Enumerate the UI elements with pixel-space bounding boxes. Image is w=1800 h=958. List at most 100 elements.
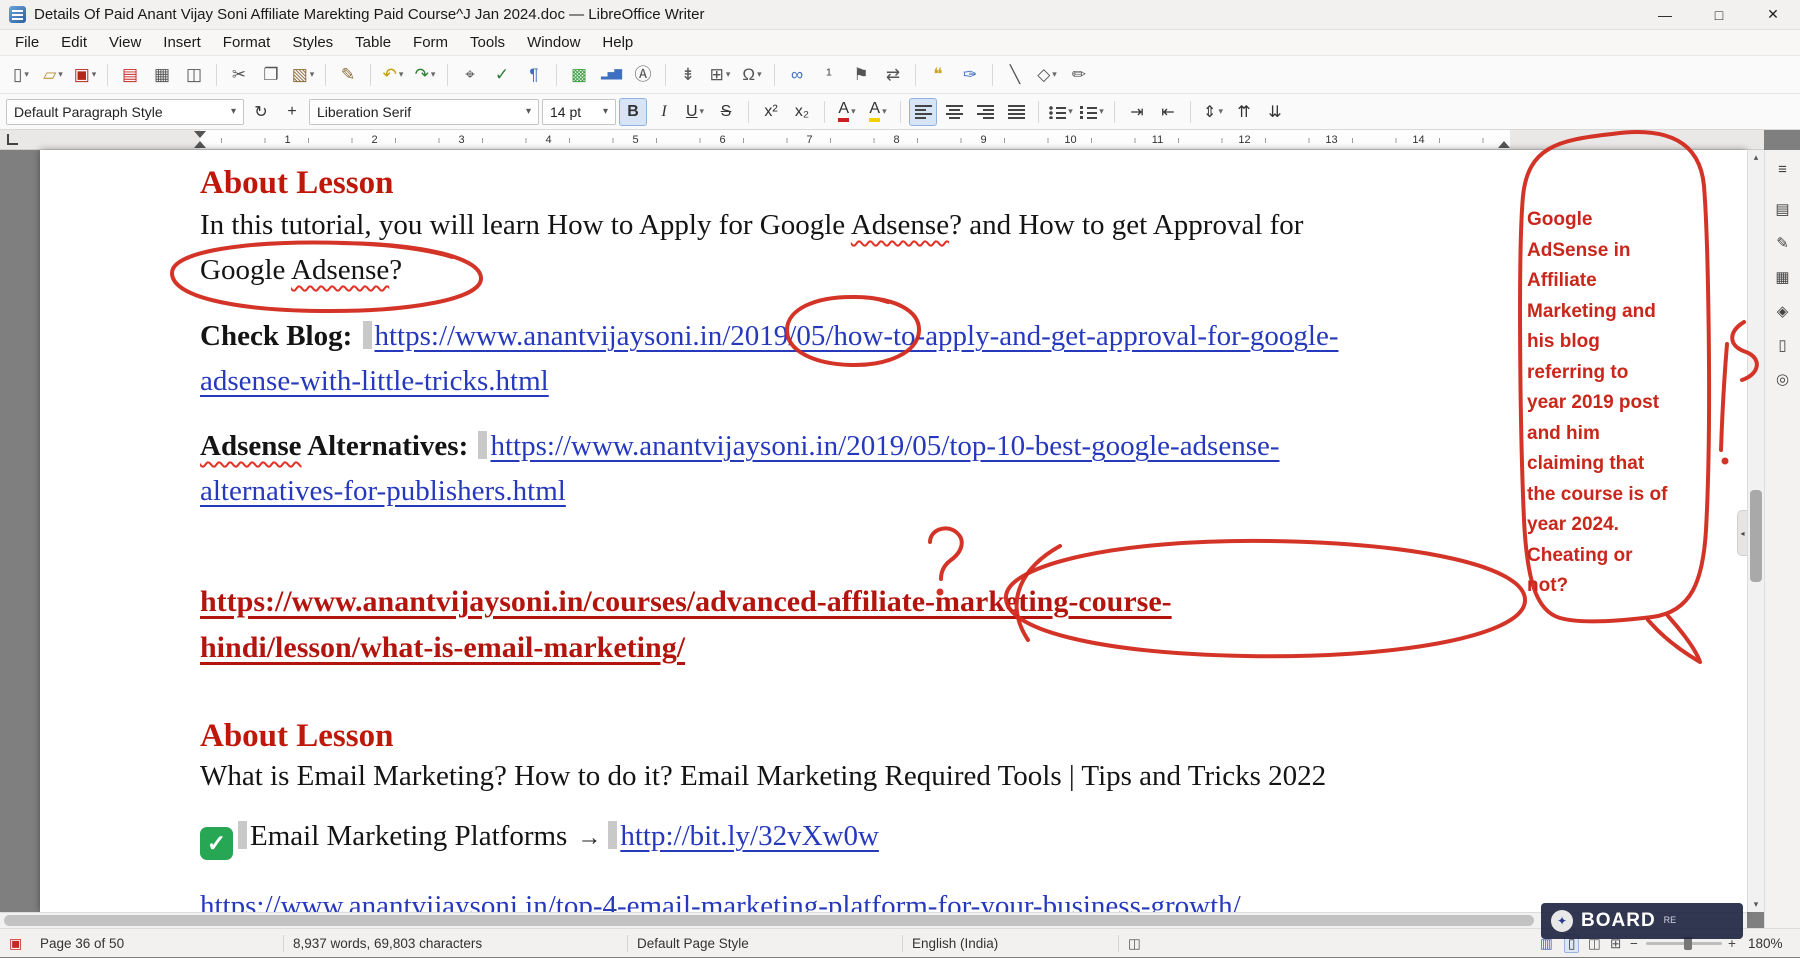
insert-field-icon[interactable]: ⊞▾	[705, 60, 735, 90]
course-link[interactable]: https://www.anantvijaysoni.in/courses/ad…	[200, 585, 1172, 618]
decrease-indent-button[interactable]: ⇤	[1154, 98, 1182, 126]
page-style-status[interactable]: Default Page Style	[637, 929, 749, 958]
page-count-status[interactable]: Page 36 of 50	[40, 929, 124, 958]
open-file-icon[interactable]: ▱▾	[38, 60, 68, 90]
subscript-button[interactable]: x₂	[788, 98, 816, 126]
menu-item[interactable]: Help	[591, 30, 644, 55]
language-status[interactable]: English (India)	[912, 929, 998, 958]
paragraph-style-combobox[interactable]: Default Paragraph Style	[6, 99, 244, 125]
menu-item[interactable]: Window	[516, 30, 591, 55]
paste-icon[interactable]: ▧▾	[288, 60, 318, 90]
course-link[interactable]: hindi/lesson/what-is-email-marketing/	[200, 631, 685, 664]
scroll-down-icon[interactable]: ▾	[1748, 899, 1764, 910]
close-button[interactable]: ✕	[1746, 0, 1800, 29]
hanging-indent-marker[interactable]	[194, 141, 206, 148]
scroll-up-icon[interactable]: ▴	[1748, 152, 1764, 163]
basic-shapes-icon[interactable]: ◇▾	[1032, 60, 1062, 90]
email-platform-link[interactable]: https://www.anantvijaysoni.in/top-4-emai…	[200, 890, 1241, 912]
special-character-icon[interactable]: Ω▾	[737, 60, 767, 90]
insert-comment-icon[interactable]: ❝	[923, 60, 953, 90]
check-blog-link[interactable]: adsense-with-little-tricks.html	[200, 365, 549, 397]
track-changes-icon[interactable]: ✑	[955, 60, 985, 90]
clone-formatting-icon[interactable]: ✎	[333, 60, 363, 90]
document-modified-icon[interactable]: ▣	[9, 929, 22, 958]
tab-stop-selector-icon[interactable]	[7, 134, 18, 145]
word-count-status[interactable]: 8,937 words, 69,803 characters	[293, 929, 482, 958]
menu-item[interactable]: Styles	[281, 30, 344, 55]
style-inspector-icon[interactable]: ◎	[1770, 366, 1796, 392]
new-style-icon[interactable]: +	[278, 98, 306, 126]
adsense-alternatives-link[interactable]: alternatives-for-publishers.html	[200, 475, 566, 507]
increase-indent-button[interactable]: ⇥	[1123, 98, 1151, 126]
page-deck-icon[interactable]: ▯	[1770, 332, 1796, 358]
right-indent-marker[interactable]	[1498, 141, 1510, 148]
insert-line-icon[interactable]: ╲	[1000, 60, 1030, 90]
align-left-button[interactable]	[909, 98, 937, 126]
new-document-icon[interactable]: ▯▾	[6, 60, 36, 90]
align-justify-button[interactable]	[1002, 98, 1030, 126]
menu-item[interactable]: Format	[212, 30, 282, 55]
vertical-scrollbar-thumb[interactable]	[1750, 490, 1762, 582]
insert-chart-icon[interactable]: ▂▅▇	[596, 60, 626, 90]
copy-icon[interactable]: ❐	[256, 60, 286, 90]
menu-item[interactable]: File	[4, 30, 50, 55]
properties-icon[interactable]: ▤	[1770, 196, 1796, 222]
redo-icon[interactable]: ↷▾	[410, 60, 440, 90]
show-draw-functions-icon[interactable]: ✏	[1064, 60, 1094, 90]
selection-mode-icon[interactable]: ◫	[1128, 929, 1141, 958]
menu-item[interactable]: Tools	[459, 30, 516, 55]
increase-paragraph-spacing-button[interactable]: ⇈	[1230, 98, 1258, 126]
menu-item[interactable]: View	[98, 30, 152, 55]
minimize-button[interactable]: —	[1638, 0, 1692, 29]
spelling-icon[interactable]: ✓	[487, 60, 517, 90]
strikethrough-button[interactable]: S	[712, 98, 740, 126]
styles-icon[interactable]: ✎	[1770, 230, 1796, 256]
save-icon[interactable]: ▣▾	[70, 60, 100, 90]
page-break-icon[interactable]: ⇟	[673, 60, 703, 90]
check-blog-link[interactable]: https://www.anantvijaysoni.in/2019/05/ho…	[375, 320, 1339, 352]
insert-image-icon[interactable]: ▩	[564, 60, 594, 90]
superscript-button[interactable]: x²	[757, 98, 785, 126]
print-preview-icon[interactable]: ◫	[179, 60, 209, 90]
maximize-button[interactable]: □	[1692, 0, 1746, 29]
font-size-combobox[interactable]: 14 pt	[542, 99, 616, 125]
align-right-button[interactable]	[971, 98, 999, 126]
insert-bookmark-icon[interactable]: ⚑	[846, 60, 876, 90]
menu-item[interactable]: Edit	[50, 30, 98, 55]
unordered-list-button[interactable]: ▾	[1047, 98, 1075, 126]
undo-icon[interactable]: ↶▾	[378, 60, 408, 90]
underline-button[interactable]: U▾	[681, 98, 709, 126]
export-pdf-icon[interactable]: ▤	[115, 60, 145, 90]
insert-footnote-icon[interactable]: ¹	[814, 60, 844, 90]
navigator-icon[interactable]: ◈	[1770, 298, 1796, 324]
insert-hyperlink-icon[interactable]: ∞	[782, 60, 812, 90]
cross-reference-icon[interactable]: ⇄	[878, 60, 908, 90]
italic-button[interactable]: I	[650, 98, 678, 126]
find-replace-icon[interactable]: ⌖	[455, 60, 485, 90]
menu-item[interactable]: Form	[402, 30, 459, 55]
sidebar-collapse-button[interactable]: ◂	[1737, 510, 1747, 556]
formatting-marks-icon[interactable]: ¶	[519, 60, 549, 90]
adsense-alternatives-link[interactable]: https://www.anantvijaysoni.in/2019/05/to…	[490, 430, 1279, 462]
line-spacing-button[interactable]: ⇕▾	[1199, 98, 1227, 126]
decrease-paragraph-spacing-button[interactable]: ⇊	[1261, 98, 1289, 126]
menu-item[interactable]: Insert	[152, 30, 212, 55]
vertical-scrollbar[interactable]: ▴ ▾	[1747, 150, 1764, 912]
highlight-color-button[interactable]: A▾	[864, 98, 892, 126]
horizontal-scrollbar[interactable]	[0, 912, 1747, 928]
print-icon[interactable]: ▦	[147, 60, 177, 90]
update-style-icon[interactable]: ↻	[247, 98, 275, 126]
insert-textbox-icon[interactable]: Ⓐ	[628, 60, 658, 90]
ordered-list-button[interactable]: ▾	[1078, 98, 1106, 126]
horizontal-scrollbar-thumb[interactable]	[4, 915, 1534, 926]
zoom-percentage[interactable]: 180%	[1748, 929, 1783, 958]
font-color-button[interactable]: A▾	[833, 98, 861, 126]
horizontal-ruler[interactable]: 1234567891011121314	[0, 130, 1764, 150]
bold-button[interactable]: B	[619, 98, 647, 126]
bitly-link[interactable]: http://bit.ly/32vXw0w	[620, 820, 879, 852]
gallery-icon[interactable]: ▦	[1770, 264, 1796, 290]
document-page[interactable]: About Lesson In this tutorial, you will …	[40, 150, 1747, 912]
sidebar-settings-icon[interactable]: ≡	[1770, 156, 1796, 182]
cut-icon[interactable]: ✂	[224, 60, 254, 90]
align-center-button[interactable]	[940, 98, 968, 126]
